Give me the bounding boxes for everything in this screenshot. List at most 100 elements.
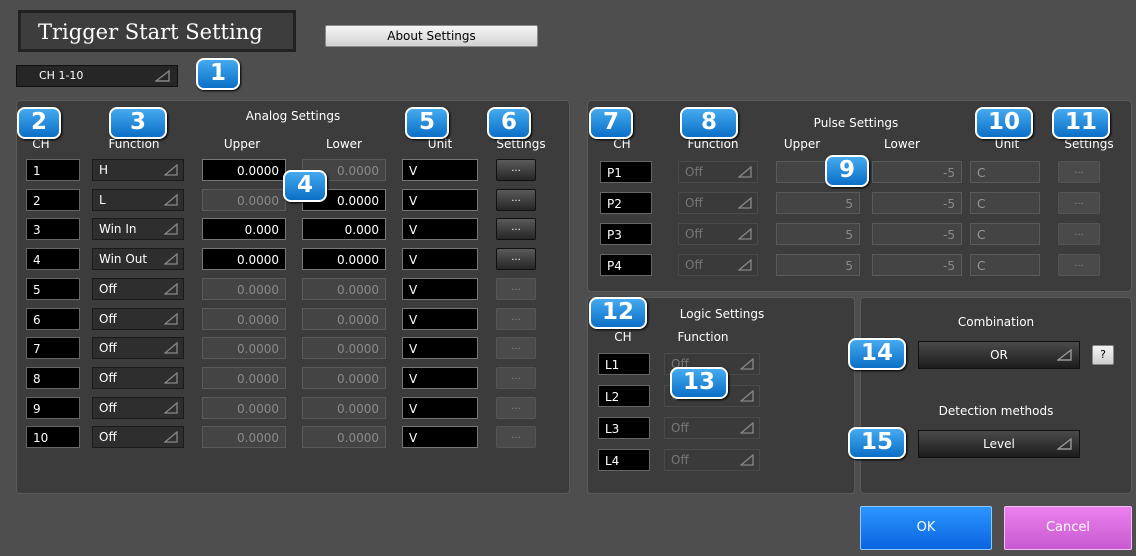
dropdown-arrow-icon — [164, 253, 178, 265]
dropdown-arrow-icon — [164, 164, 178, 176]
pulse-upper-input[interactable]: 5 — [776, 192, 860, 214]
pulse-unit-field[interactable]: C — [970, 223, 1040, 245]
analog-lower-input[interactable]: 0.0000 — [302, 366, 386, 389]
analog-lower-input[interactable]: 0.000 — [302, 218, 386, 241]
analog-upper-input[interactable]: 0.0000 — [202, 307, 286, 330]
callout-badge-9: 9 — [825, 155, 869, 187]
analog-upper-input[interactable]: 0.0000 — [202, 366, 286, 389]
detection-method-dropdown[interactable]: Level — [918, 430, 1080, 458]
analog-function-dropdown[interactable]: H — [92, 159, 184, 181]
dropdown-arrow-icon — [738, 197, 752, 209]
callout-badge-13: 13 — [670, 367, 728, 399]
pulse-unit-field[interactable]: C — [970, 254, 1040, 276]
analog-settings-button[interactable]: ... — [496, 218, 536, 241]
pulse-lower-input[interactable]: -5 — [872, 161, 962, 183]
channel-group-dropdown[interactable]: CH 1-10 — [16, 65, 178, 87]
analog-unit-field[interactable]: V — [402, 248, 478, 271]
analog-upper-input[interactable]: 0.000 — [202, 218, 286, 241]
pulse-function-dropdown[interactable]: Off — [678, 223, 758, 245]
callout-badge-4: 4 — [283, 170, 327, 202]
combination-dropdown[interactable]: OR — [918, 341, 1080, 369]
pulse-channel-number: P3 — [600, 223, 652, 245]
pulse-function-dropdown[interactable]: Off — [678, 254, 758, 276]
analog-unit-field[interactable]: V — [402, 188, 478, 211]
pulse-unit-field[interactable]: C — [970, 192, 1040, 214]
callout-badge-11: 11 — [1052, 107, 1110, 139]
pulse-lower-input[interactable]: -5 — [872, 192, 962, 214]
analog-upper-input[interactable]: 0.0000 — [202, 277, 286, 300]
analog-settings-button[interactable]: ... — [496, 396, 536, 419]
pulse-channel-number: P4 — [600, 254, 652, 276]
logic-function-dropdown[interactable]: Off — [664, 449, 760, 471]
analog-unit-field[interactable]: V — [402, 366, 478, 389]
analog-unit-field[interactable]: V — [402, 337, 478, 360]
analog-lower-input[interactable]: 0.0000 — [302, 396, 386, 419]
pulse-header-unit: Unit — [994, 137, 1020, 151]
analog-function-dropdown[interactable]: Off — [92, 426, 184, 449]
logic-function-dropdown[interactable]: Off — [664, 417, 760, 439]
analog-lower-input[interactable]: 0.0000 — [302, 426, 386, 449]
analog-header-upper: Upper — [223, 137, 261, 151]
detection-method-value: Level — [983, 437, 1015, 451]
analog-upper-input[interactable]: 0.0000 — [202, 248, 286, 271]
analog-settings-button[interactable]: ... — [496, 337, 536, 360]
analog-lower-input[interactable]: 0.0000 — [302, 337, 386, 360]
analog-function-dropdown[interactable]: Win In — [92, 218, 184, 241]
analog-settings-button[interactable]: ... — [496, 426, 536, 449]
pulse-settings-button[interactable]: ... — [1058, 254, 1100, 276]
pulse-header-lower: Lower — [884, 137, 920, 151]
analog-settings-button[interactable]: ... — [496, 248, 536, 271]
pulse-function-dropdown[interactable]: Off — [678, 192, 758, 214]
analog-function-dropdown[interactable]: Off — [92, 277, 184, 300]
analog-channel-number: 2 — [26, 188, 80, 211]
logic-header-ch: CH — [614, 330, 632, 344]
analog-function-dropdown[interactable]: Off — [92, 307, 184, 330]
analog-upper-input[interactable]: 0.0000 — [202, 188, 286, 211]
pulse-upper-input[interactable]: 5 — [776, 223, 860, 245]
analog-function-dropdown[interactable]: Off — [92, 396, 184, 419]
analog-unit-field[interactable]: V — [402, 307, 478, 330]
pulse-lower-input[interactable]: -5 — [872, 254, 962, 276]
analog-upper-input[interactable]: 0.0000 — [202, 396, 286, 419]
analog-settings-button[interactable]: ... — [496, 277, 536, 300]
analog-unit-field[interactable]: V — [402, 159, 478, 181]
pulse-settings-button[interactable]: ... — [1058, 223, 1100, 245]
analog-lower-input[interactable]: 0.0000 — [302, 248, 386, 271]
analog-upper-input[interactable]: 0.0000 — [202, 337, 286, 360]
logic-function-dropdown-value: Off — [671, 421, 689, 435]
analog-upper-input[interactable]: 0.0000 — [202, 159, 286, 181]
analog-settings-button[interactable]: ... — [496, 159, 536, 181]
analog-lower-input[interactable]: 0.0000 — [302, 307, 386, 330]
ok-button[interactable]: OK — [860, 506, 992, 550]
callout-badge-1: 1 — [196, 58, 240, 90]
analog-function-dropdown[interactable]: Win Out — [92, 248, 184, 271]
pulse-unit-field[interactable]: C — [970, 161, 1040, 183]
pulse-settings-button[interactable]: ... — [1058, 192, 1100, 214]
analog-settings-button[interactable]: ... — [496, 366, 536, 389]
analog-settings-button[interactable]: ... — [496, 307, 536, 330]
analog-unit-field[interactable]: V — [402, 277, 478, 300]
analog-settings-button[interactable]: ... — [496, 188, 536, 211]
analog-channel-number: 1 — [26, 159, 80, 181]
pulse-function-dropdown[interactable]: Off — [678, 161, 758, 183]
pulse-lower-input[interactable]: -5 — [872, 223, 962, 245]
analog-lower-input[interactable]: 0.0000 — [302, 277, 386, 300]
callout-badge-8: 8 — [680, 107, 738, 139]
about-settings-button[interactable]: About Settings — [325, 25, 538, 47]
pulse-upper-input[interactable]: 5 — [776, 254, 860, 276]
analog-function-dropdown[interactable]: Off — [92, 366, 184, 389]
analog-unit-field[interactable]: V — [402, 218, 478, 241]
analog-unit-field[interactable]: V — [402, 426, 478, 449]
analog-function-dropdown[interactable]: Off — [92, 337, 184, 360]
help-button[interactable]: ? — [1092, 345, 1114, 365]
analog-channel-number: 10 — [26, 426, 80, 449]
cancel-button[interactable]: Cancel — [1004, 506, 1132, 550]
dropdown-arrow-icon — [164, 282, 178, 295]
analog-header-unit: Unit — [427, 137, 453, 151]
analog-function-dropdown[interactable]: L — [92, 188, 184, 211]
analog-upper-input[interactable]: 0.0000 — [202, 426, 286, 449]
pulse-settings-button[interactable]: ... — [1058, 161, 1100, 183]
channel-group-value: CH 1-10 — [39, 69, 84, 82]
dropdown-arrow-icon — [740, 422, 754, 434]
analog-unit-field[interactable]: V — [402, 396, 478, 419]
